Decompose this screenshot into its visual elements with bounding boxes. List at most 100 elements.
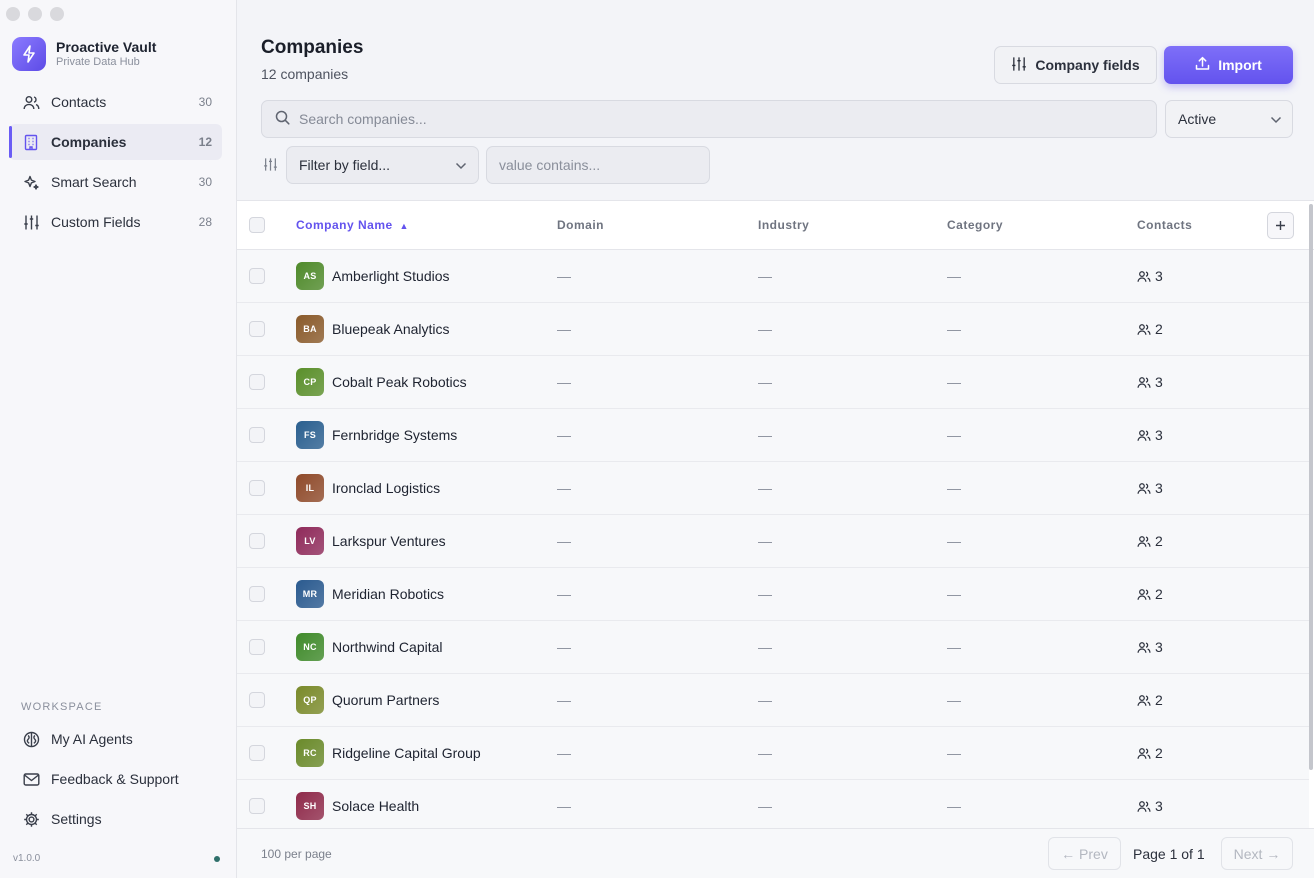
status-dropdown[interactable]: Active xyxy=(1165,100,1293,138)
table-row[interactable]: NC Northwind Capital — — — 3 xyxy=(237,621,1309,674)
connection-status-dot xyxy=(214,856,220,862)
column-header-domain[interactable]: Domain xyxy=(557,218,604,232)
table-body: AS Amberlight Studios — — — 3 BA Bluepeak Analy… xyxy=(237,250,1309,828)
table-row[interactable]: MR Meridian Robotics — — — 2 xyxy=(237,568,1309,621)
row-checkbox[interactable] xyxy=(249,692,265,708)
filter-value-input[interactable] xyxy=(499,157,699,173)
users-icon xyxy=(1137,588,1151,601)
status-dropdown-value: Active xyxy=(1178,111,1217,127)
search-input[interactable] xyxy=(299,111,1099,127)
table-row[interactable]: IL Ironclad Logistics — — — 3 xyxy=(237,462,1309,515)
category-cell: — xyxy=(947,427,961,443)
company-avatar: QP xyxy=(296,686,324,714)
contacts-count: 2 xyxy=(1155,745,1163,761)
add-column-button[interactable] xyxy=(1267,212,1294,239)
column-header-company-name[interactable]: Company Name ▲ xyxy=(296,218,409,232)
main-nav: Contacts 30 Companies 12 Smart Search 30… xyxy=(9,84,222,244)
workspace-nav: My AI Agents Feedback & Support Settings xyxy=(9,721,222,841)
company-name: Cobalt Peak Robotics xyxy=(332,374,467,390)
users-icon xyxy=(1137,482,1151,495)
sidebar: Proactive Vault Private Data Hub Contact… xyxy=(0,0,237,878)
row-checkbox[interactable] xyxy=(249,374,265,390)
maximize-window-button[interactable] xyxy=(50,7,64,21)
industry-cell: — xyxy=(758,639,772,655)
contacts-cell: 3 xyxy=(1137,427,1163,443)
domain-cell: — xyxy=(557,692,571,708)
users-icon xyxy=(1137,270,1151,283)
sidebar-item-contacts[interactable]: Contacts 30 xyxy=(9,84,222,120)
contacts-count: 3 xyxy=(1155,268,1163,284)
close-window-button[interactable] xyxy=(6,7,20,21)
next-page-button[interactable]: Next → xyxy=(1221,837,1293,870)
table-row[interactable]: BA Bluepeak Analytics — — — 2 xyxy=(237,303,1309,356)
sidebar-item-smart-search[interactable]: Smart Search 30 xyxy=(9,164,222,200)
sidebar-item-label: My AI Agents xyxy=(51,731,133,747)
row-checkbox[interactable] xyxy=(249,745,265,761)
company-avatar: RC xyxy=(296,739,324,767)
table-header: Company Name ▲ Domain Industry Category … xyxy=(237,201,1314,250)
row-checkbox[interactable] xyxy=(249,268,265,284)
app-name: Proactive Vault xyxy=(56,39,157,55)
table-row[interactable]: LV Larkspur Ventures — — — 2 xyxy=(237,515,1309,568)
row-checkbox[interactable] xyxy=(249,480,265,496)
company-fields-label: Company fields xyxy=(1035,57,1140,73)
sidebar-item-my-ai-agents[interactable]: My AI Agents xyxy=(9,721,222,757)
contacts-cell: 3 xyxy=(1137,639,1163,655)
column-header-contacts[interactable]: Contacts xyxy=(1137,218,1192,232)
row-checkbox[interactable] xyxy=(249,427,265,443)
users-icon xyxy=(1137,694,1151,707)
industry-cell: — xyxy=(758,480,772,496)
sliders-icon xyxy=(1011,56,1027,75)
prev-page-button[interactable]: ← Prev xyxy=(1048,837,1121,870)
sidebar-item-companies[interactable]: Companies 12 xyxy=(9,124,222,160)
category-cell: — xyxy=(947,533,961,549)
row-checkbox[interactable] xyxy=(249,639,265,655)
category-cell: — xyxy=(947,692,961,708)
table-row[interactable]: CP Cobalt Peak Robotics — — — 3 xyxy=(237,356,1309,409)
contacts-count: 3 xyxy=(1155,798,1163,814)
table-row[interactable]: FS Fernbridge Systems — — — 3 xyxy=(237,409,1309,462)
filter-field-dropdown[interactable]: Filter by field... xyxy=(286,146,479,184)
per-page-label[interactable]: 100 per page xyxy=(261,847,332,861)
users-icon xyxy=(1137,429,1151,442)
table-row[interactable]: RC Ridgeline Capital Group — — — 2 xyxy=(237,727,1309,780)
table-row[interactable]: QP Quorum Partners — — — 2 xyxy=(237,674,1309,727)
column-header-industry[interactable]: Industry xyxy=(758,218,809,232)
import-button[interactable]: Import xyxy=(1164,46,1293,84)
table-row[interactable]: AS Amberlight Studios — — — 3 xyxy=(237,250,1309,303)
workspace-section-label: WORKSPACE xyxy=(21,701,103,713)
company-avatar: AS xyxy=(296,262,324,290)
sidebar-item-custom-fields[interactable]: Custom Fields 28 xyxy=(9,204,222,240)
page-indicator: Page 1 of 1 xyxy=(1133,846,1205,862)
contacts-cell: 2 xyxy=(1137,692,1163,708)
sidebar-item-label: Contacts xyxy=(51,94,107,110)
industry-cell: — xyxy=(758,533,772,549)
company-avatar: SH xyxy=(296,792,324,820)
industry-cell: — xyxy=(758,321,772,337)
search-bar xyxy=(261,100,1157,138)
category-cell: — xyxy=(947,374,961,390)
search-icon xyxy=(275,110,290,128)
sidebar-item-settings[interactable]: Settings xyxy=(9,801,222,837)
row-checkbox[interactable] xyxy=(249,798,265,814)
company-fields-button[interactable]: Company fields xyxy=(994,46,1157,84)
company-count: 12 companies xyxy=(261,66,349,82)
company-name: Ironclad Logistics xyxy=(332,480,441,496)
select-all-checkbox[interactable] xyxy=(249,217,265,233)
table-scrollbar[interactable] xyxy=(1309,204,1313,770)
row-checkbox[interactable] xyxy=(249,586,265,602)
contacts-cell: 2 xyxy=(1137,321,1163,337)
table-row[interactable]: SH Solace Health — — — 3 xyxy=(237,780,1309,828)
sort-ascending-icon: ▲ xyxy=(399,221,409,231)
minimize-window-button[interactable] xyxy=(28,7,42,21)
users-icon xyxy=(1137,376,1151,389)
category-cell: — xyxy=(947,321,961,337)
row-checkbox[interactable] xyxy=(249,533,265,549)
company-name: Larkspur Ventures xyxy=(332,533,446,549)
sidebar-item-feedback-support[interactable]: Feedback & Support xyxy=(9,761,222,797)
row-checkbox[interactable] xyxy=(249,321,265,337)
domain-cell: — xyxy=(557,427,571,443)
mail-icon xyxy=(22,770,40,788)
contacts-cell: 2 xyxy=(1137,745,1163,761)
column-header-category[interactable]: Category xyxy=(947,218,1003,232)
